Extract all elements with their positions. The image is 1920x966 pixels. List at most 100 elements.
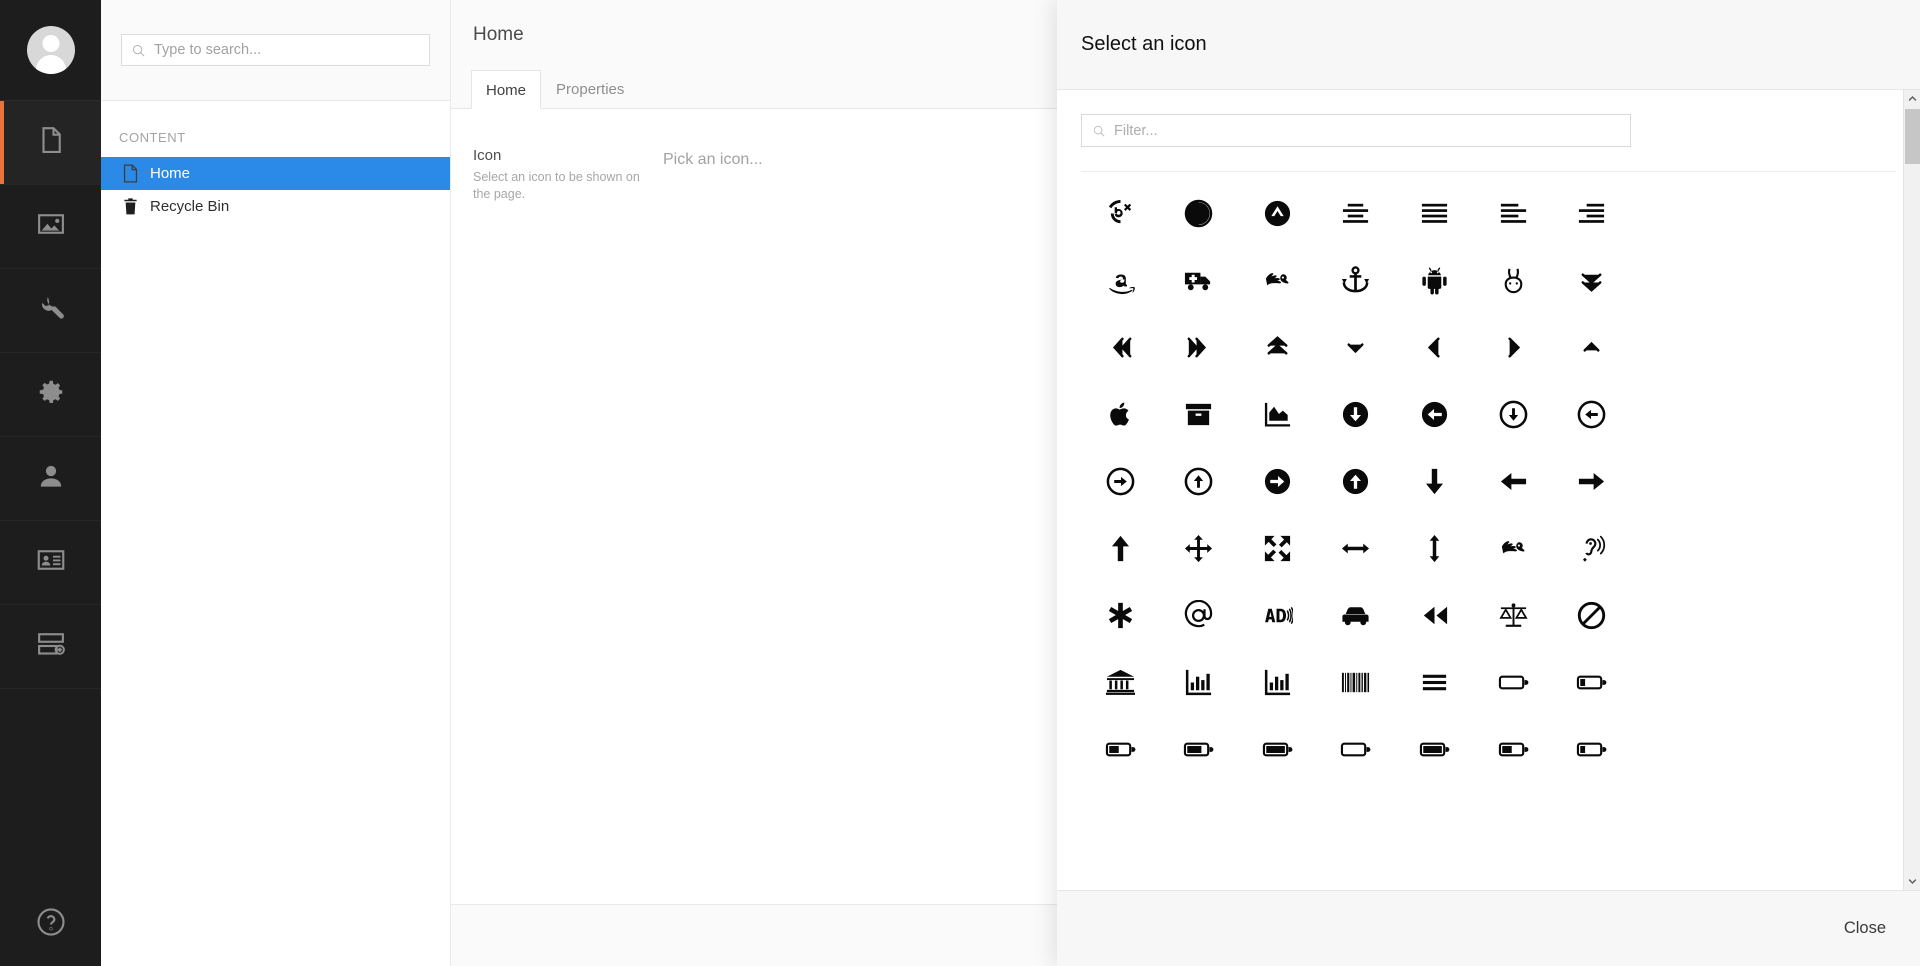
battery-three-quarters-icon[interactable] [1160,716,1239,783]
angle-right-icon[interactable] [1474,314,1553,381]
arrow-down-icon[interactable] [1395,448,1474,515]
tree-node-recycle-bin[interactable]: Recycle Bin [101,190,450,223]
align-justify-icon[interactable] [1395,180,1474,247]
at-icon[interactable] [1160,582,1239,649]
image-icon [36,209,66,244]
arrow-circle-o-right-icon[interactable] [1081,448,1160,515]
icon-picker-trigger[interactable]: Pick an icon... [663,147,763,204]
sidebar-item-forms[interactable] [0,605,101,689]
arrow-circle-right-icon[interactable] [1238,448,1317,515]
align-left-icon[interactable] [1474,180,1553,247]
chevron-down-icon [1908,873,1917,891]
angle-double-left-icon[interactable] [1081,314,1160,381]
angellist-icon[interactable] [1474,247,1553,314]
asterisk-icon[interactable] [1081,582,1160,649]
ban-icon[interactable] [1552,582,1631,649]
search-input[interactable] [122,35,429,65]
filter-area [1081,90,1896,147]
angle-double-down-icon[interactable] [1552,247,1631,314]
help-button[interactable] [0,907,101,942]
arrows-v-icon[interactable] [1395,515,1474,582]
bars-icon[interactable] [1395,649,1474,716]
bank-icon[interactable] [1081,649,1160,716]
barcode-icon[interactable] [1317,649,1396,716]
scrollbar-thumb[interactable] [1905,109,1920,164]
ambulance-icon[interactable] [1160,247,1239,314]
tab-home[interactable]: Home [471,70,542,109]
avatar[interactable] [0,0,101,101]
tree-search-area [101,0,450,101]
arrow-left-icon[interactable] [1474,448,1553,515]
overlay-header: Select an icon [1057,0,1920,90]
arrow-circle-down-icon[interactable] [1317,381,1396,448]
arrows-h-icon[interactable] [1317,515,1396,582]
filter-box[interactable] [1081,114,1631,147]
close-button[interactable]: Close [1844,919,1886,938]
backward-icon[interactable] [1395,582,1474,649]
adjust-icon[interactable] [1160,180,1239,247]
filter-input[interactable] [1082,115,1630,146]
five-hundred-px-icon[interactable] [1081,180,1160,247]
apple-icon[interactable] [1081,381,1160,448]
sidebar-item-settings[interactable] [0,269,101,353]
automobile-icon[interactable] [1317,582,1396,649]
amazon-icon[interactable] [1081,247,1160,314]
angle-up-icon[interactable] [1552,314,1631,381]
archive-icon[interactable] [1160,381,1239,448]
american-sign-language-icon[interactable] [1238,247,1317,314]
icon-picker-overlay: Select an icon Filter... Close [1057,0,1920,966]
battery-full-icon[interactable] [1238,716,1317,783]
battery-half-icon[interactable] [1081,716,1160,783]
angle-double-up-icon[interactable] [1238,314,1317,381]
arrow-circle-o-down-icon[interactable] [1474,381,1553,448]
align-center-icon[interactable] [1317,180,1396,247]
battery-2-icon[interactable] [1474,716,1553,783]
align-right-icon[interactable] [1552,180,1631,247]
tree-node-label: Recycle Bin [150,198,230,215]
battery-4-icon[interactable] [1395,716,1474,783]
anchor-icon[interactable] [1317,247,1396,314]
overlay-footer: Close [1057,890,1920,966]
arrow-circle-o-up-icon[interactable] [1160,448,1239,515]
arrow-circle-o-left-icon[interactable] [1552,381,1631,448]
server-add-icon [36,629,66,664]
asl-interpreting-icon[interactable] [1474,515,1553,582]
arrows-alt-icon[interactable] [1238,515,1317,582]
sidebar-item-media[interactable] [0,185,101,269]
bar-chart-o-icon[interactable] [1238,649,1317,716]
angle-left-icon[interactable] [1395,314,1474,381]
sidebar-item-content[interactable] [0,101,101,185]
arrow-circle-up-icon[interactable] [1317,448,1396,515]
app-root: CONTENT Home Recycle Bin Home Home Prope… [0,0,1920,966]
battery-empty-icon[interactable] [1474,649,1553,716]
arrows-icon[interactable] [1160,515,1239,582]
gear-icon [36,377,66,412]
scrollbar-down-button[interactable] [1904,873,1920,890]
battery-quarter-icon[interactable] [1552,649,1631,716]
sidebar-item-users[interactable] [0,437,101,521]
battery-0-icon[interactable] [1317,716,1396,783]
sidebar-item-packages[interactable] [0,353,101,437]
balance-scale-icon[interactable] [1474,582,1553,649]
sidebar-item-members[interactable] [0,521,101,605]
scrollbar-up-button[interactable] [1904,90,1920,107]
help-circle-icon [36,907,66,942]
assistive-listening-systems-icon[interactable] [1552,515,1631,582]
chevron-up-icon [1908,90,1917,108]
bar-chart-icon[interactable] [1160,649,1239,716]
page-title: Home [473,24,524,45]
area-chart-icon[interactable] [1238,381,1317,448]
android-icon[interactable] [1395,247,1474,314]
tab-properties[interactable]: Properties [541,69,639,108]
battery-1-icon[interactable] [1552,716,1631,783]
audio-description-icon[interactable] [1238,582,1317,649]
arrow-up-icon[interactable] [1081,515,1160,582]
tree-node-home[interactable]: Home [101,157,450,190]
arrow-right-icon[interactable] [1552,448,1631,515]
angle-down-icon[interactable] [1317,314,1396,381]
arrow-circle-left-icon[interactable] [1395,381,1474,448]
search-box[interactable] [121,34,430,66]
overlay-scrollbar[interactable] [1903,90,1920,890]
adn-icon[interactable] [1238,180,1317,247]
angle-double-right-icon[interactable] [1160,314,1239,381]
